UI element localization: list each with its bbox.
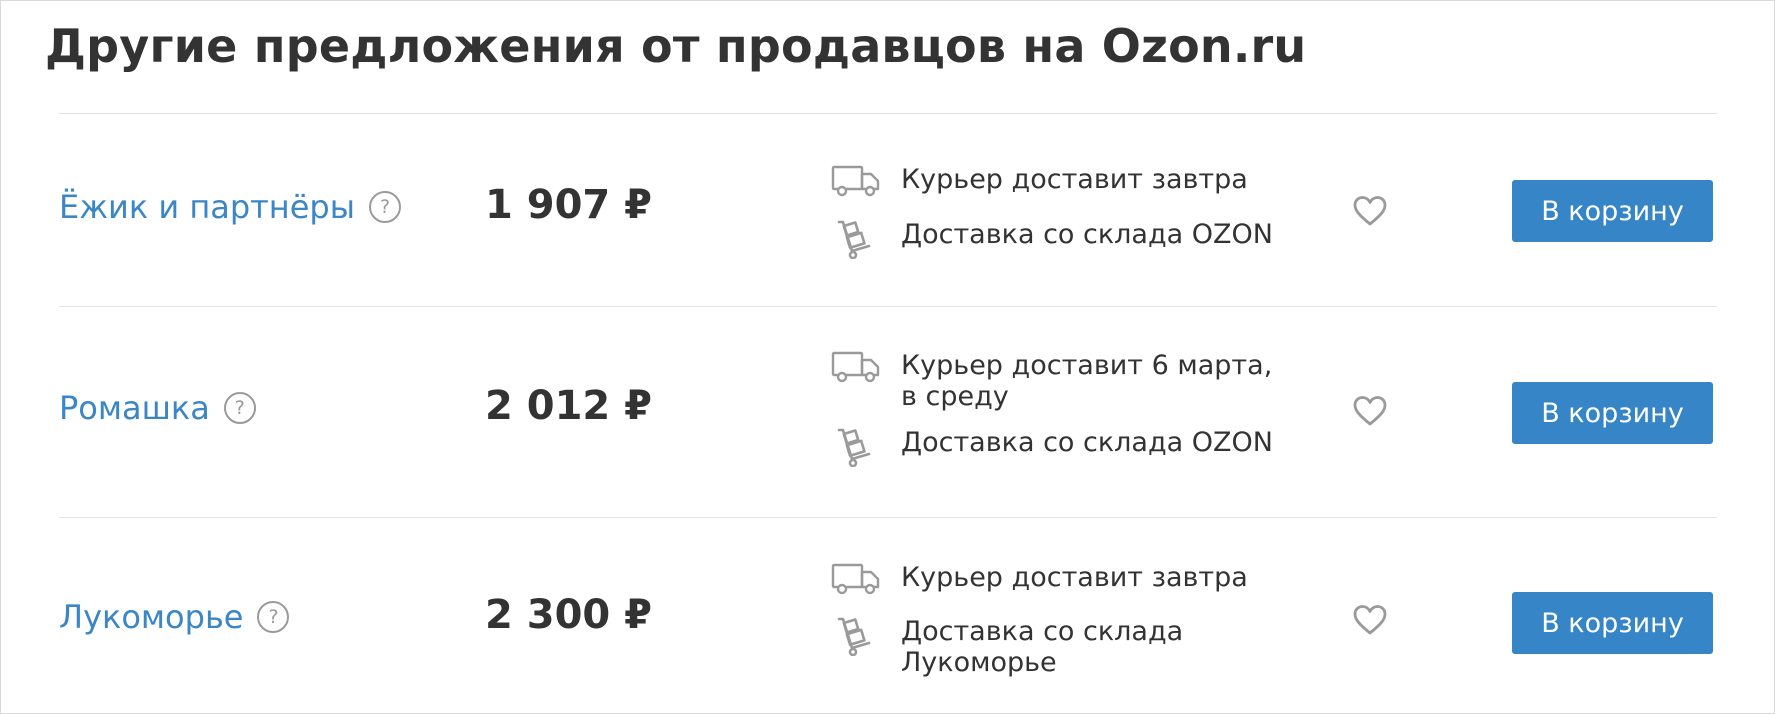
courier-text: Курьер доставит завтра xyxy=(901,164,1248,195)
seller-name[interactable]: Лукоморье xyxy=(59,598,243,636)
truck-icon xyxy=(831,165,880,197)
truck-icon xyxy=(831,351,880,383)
heart-icon[interactable] xyxy=(1353,604,1387,636)
courier-text: Курьер доставит 6 марта, в среду xyxy=(901,350,1273,412)
offer-row: Ромашка ? 2 012 ₽ Курьер доставит 6 март… xyxy=(1,307,1775,517)
add-to-cart-button[interactable]: В корзину xyxy=(1512,592,1713,654)
offer-price: 2 012 ₽ xyxy=(485,383,653,429)
warehouse-delivery: Доставка со склада OZON xyxy=(831,219,1301,259)
question-circle-icon[interactable]: ? xyxy=(223,392,256,424)
question-circle-icon[interactable]: ? xyxy=(368,191,401,223)
hand-truck-icon xyxy=(837,220,871,259)
offer-price: 1 907 ₽ xyxy=(485,182,653,228)
courier-delivery: Курьер доставит 6 марта, в среду xyxy=(831,350,1286,412)
warehouse-delivery: Доставка со склада Лукоморье xyxy=(831,616,1201,678)
hand-truck-icon xyxy=(837,617,871,656)
seller-name[interactable]: Ромашка xyxy=(59,389,210,427)
hand-truck-icon xyxy=(837,428,871,467)
offer-price: 2 300 ₽ xyxy=(485,592,653,638)
seller-link[interactable]: Ромашка ? xyxy=(59,389,256,427)
page-title: Другие предложения от продавцов на Ozon.… xyxy=(45,19,1307,73)
seller-name[interactable]: Ёжик и партнёры xyxy=(59,188,355,226)
truck-icon xyxy=(831,563,880,595)
seller-link[interactable]: Ёжик и партнёры ? xyxy=(59,188,401,226)
heart-icon[interactable] xyxy=(1353,395,1387,427)
courier-delivery: Курьер доставит завтра xyxy=(831,562,1301,596)
warehouse-text: Доставка со склада Лукоморье xyxy=(901,616,1184,678)
warehouse-text: Доставка со склада OZON xyxy=(901,219,1273,250)
courier-text: Курьер доставит завтра xyxy=(901,562,1248,593)
offers-panel: Другие предложения от продавцов на Ozon.… xyxy=(0,0,1775,714)
offer-row: Лукоморье ? 2 300 ₽ Курьер доставит завт… xyxy=(1,518,1775,714)
warehouse-delivery: Доставка со склада OZON xyxy=(831,427,1301,467)
question-circle-icon[interactable]: ? xyxy=(257,601,290,633)
warehouse-text: Доставка со склада OZON xyxy=(901,427,1273,458)
courier-delivery: Курьер доставит завтра xyxy=(831,164,1301,198)
add-to-cart-button[interactable]: В корзину xyxy=(1512,180,1713,242)
heart-icon[interactable] xyxy=(1353,195,1387,227)
offer-row: Ёжик и партнёры ? 1 907 ₽ Курьер достави… xyxy=(1,114,1775,306)
add-to-cart-button[interactable]: В корзину xyxy=(1512,382,1713,444)
seller-link[interactable]: Лукоморье ? xyxy=(59,598,290,636)
